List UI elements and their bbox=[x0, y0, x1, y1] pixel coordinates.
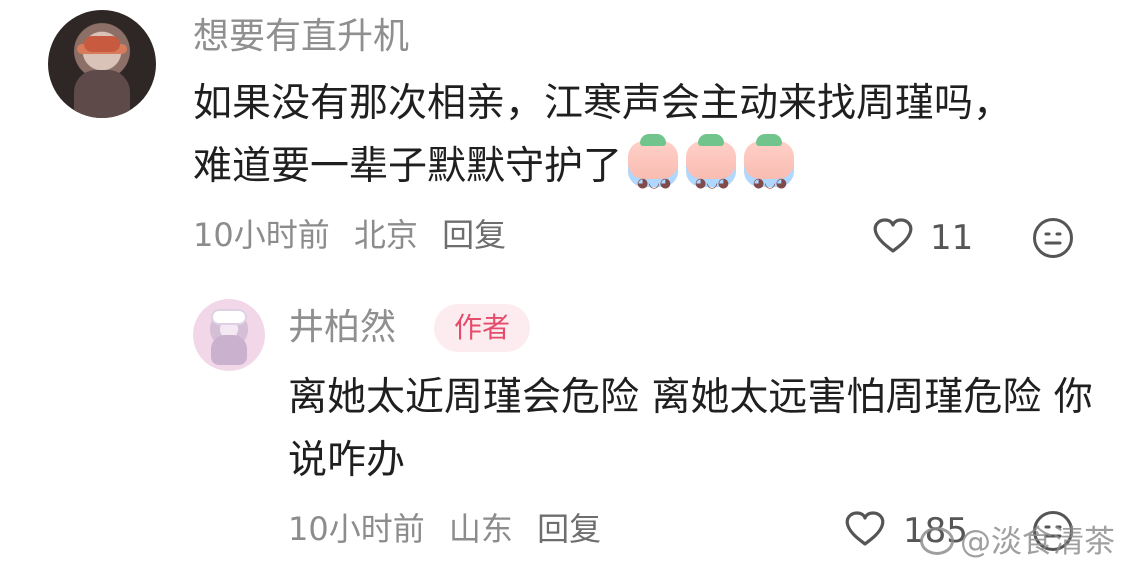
comment-location: 北京 bbox=[353, 216, 418, 254]
avatar[interactable] bbox=[48, 10, 156, 118]
comment-meta: 10小时前 北京 回复 bbox=[193, 215, 520, 255]
watermark: @淡食清茶 bbox=[920, 524, 1115, 560]
neutral-face-icon[interactable] bbox=[1031, 216, 1075, 260]
crying-emoji bbox=[686, 134, 737, 215]
comment-time: 10小时前 bbox=[193, 216, 330, 254]
comment-thread: 想要有直升机 如果没有那次相亲，江寒声会主动来找周瑾吗，难道要一辈子默默守护了 … bbox=[0, 0, 1125, 570]
avatar[interactable] bbox=[193, 299, 265, 371]
reply-meta: 10小时前 山东 回复 bbox=[288, 509, 615, 549]
reply-time: 10小时前 bbox=[288, 510, 425, 548]
reply-username[interactable]: 井柏然 bbox=[288, 306, 396, 350]
comment-text: 如果没有那次相亲，江寒声会主动来找周瑾吗，难道要一辈子默默守护了 bbox=[193, 72, 1043, 215]
heart-outline-icon[interactable] bbox=[871, 217, 915, 255]
reply-button[interactable]: 回复 bbox=[442, 216, 506, 254]
heart-outline-icon[interactable] bbox=[843, 510, 887, 548]
comment-username[interactable]: 想要有直升机 bbox=[193, 15, 409, 59]
crying-emoji bbox=[628, 134, 679, 215]
crying-emoji bbox=[744, 134, 795, 215]
reply-button[interactable]: 回复 bbox=[537, 510, 601, 548]
reply-text: 离她太近周瑾会危险 离她太远害怕周瑾危险 你说咋办 bbox=[288, 375, 1093, 483]
crying-emoji-group bbox=[628, 134, 795, 215]
like-count: 11 bbox=[930, 218, 974, 258]
reply-location: 山东 bbox=[448, 510, 513, 548]
weibo-logo-icon bbox=[920, 527, 954, 555]
author-badge: 作者 bbox=[434, 304, 530, 352]
